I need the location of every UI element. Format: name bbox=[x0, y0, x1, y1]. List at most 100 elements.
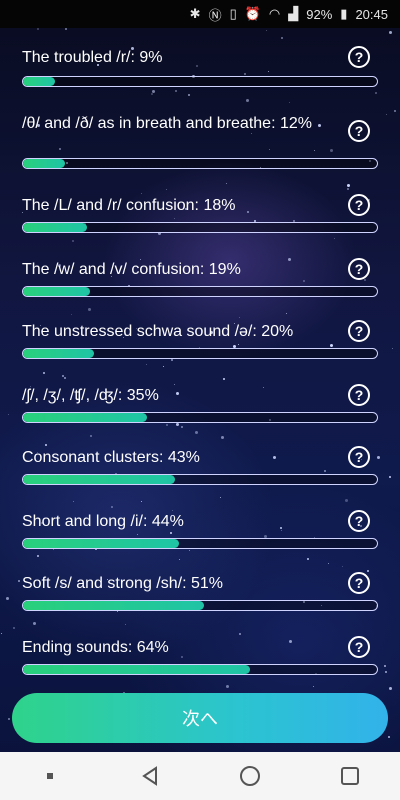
star bbox=[111, 506, 113, 508]
star bbox=[223, 378, 225, 380]
help-icon[interactable]: ? bbox=[348, 636, 370, 658]
item-label: Soft /s/ and strong /sh/: 51% bbox=[22, 575, 223, 592]
star bbox=[238, 344, 239, 345]
help-icon[interactable]: ? bbox=[348, 320, 370, 342]
star bbox=[307, 558, 309, 560]
star bbox=[347, 184, 350, 187]
star bbox=[176, 423, 179, 426]
star bbox=[377, 456, 380, 459]
star bbox=[72, 240, 74, 242]
progress-fill bbox=[23, 601, 204, 610]
star bbox=[269, 149, 270, 150]
star bbox=[389, 31, 392, 34]
recents-icon[interactable] bbox=[330, 756, 370, 796]
star bbox=[45, 444, 47, 446]
star bbox=[65, 28, 67, 30]
star bbox=[73, 501, 74, 502]
star bbox=[334, 238, 335, 239]
help-icon[interactable]: ? bbox=[348, 510, 370, 532]
bluetooth-icon: ✱ bbox=[189, 6, 201, 21]
clock: 20:45 bbox=[355, 6, 388, 22]
progress-fill bbox=[23, 413, 147, 422]
alarm-icon: ⏰ bbox=[244, 6, 261, 21]
star bbox=[37, 28, 39, 30]
star bbox=[367, 570, 369, 572]
back-icon[interactable] bbox=[130, 756, 170, 796]
menu-dot-icon[interactable] bbox=[30, 756, 70, 796]
progress-bar bbox=[22, 158, 378, 169]
item-label: The troubled /r/: 9% bbox=[22, 49, 163, 66]
help-icon[interactable]: ? bbox=[348, 46, 370, 68]
star bbox=[286, 313, 287, 314]
progress-fill bbox=[23, 665, 250, 674]
progress-bar bbox=[22, 474, 378, 485]
progress-fill bbox=[23, 223, 87, 232]
help-icon[interactable]: ? bbox=[348, 194, 370, 216]
item-label: The /w/ and /v/ confusion: 19% bbox=[22, 261, 241, 278]
help-icon[interactable]: ? bbox=[348, 446, 370, 468]
item-label: The unstressed schwa sound /ə/: 20% bbox=[22, 323, 294, 340]
star bbox=[59, 148, 61, 150]
progress-bar bbox=[22, 348, 378, 359]
star bbox=[141, 193, 142, 194]
star bbox=[314, 150, 315, 151]
star bbox=[43, 372, 45, 374]
star bbox=[328, 563, 329, 564]
progress-fill bbox=[23, 539, 179, 548]
star bbox=[146, 364, 147, 365]
star bbox=[137, 534, 138, 535]
star bbox=[226, 685, 229, 688]
help-icon[interactable]: ? bbox=[348, 572, 370, 594]
star bbox=[88, 308, 91, 311]
star bbox=[246, 99, 249, 102]
star bbox=[18, 580, 20, 582]
star bbox=[221, 436, 224, 439]
star bbox=[1, 633, 2, 634]
star bbox=[385, 671, 387, 673]
star bbox=[324, 470, 326, 472]
star bbox=[8, 414, 9, 415]
star bbox=[281, 37, 283, 39]
star bbox=[289, 102, 290, 103]
battery-percent: 92% bbox=[306, 6, 333, 22]
star bbox=[226, 183, 227, 184]
star bbox=[389, 687, 392, 690]
progress-fill bbox=[23, 287, 91, 296]
star bbox=[37, 555, 39, 557]
help-icon[interactable]: ? bbox=[348, 120, 370, 142]
home-icon[interactable] bbox=[230, 756, 270, 796]
star bbox=[181, 426, 183, 428]
star bbox=[386, 114, 387, 115]
star bbox=[166, 189, 167, 190]
star bbox=[174, 218, 175, 219]
star bbox=[347, 188, 349, 190]
progress-fill bbox=[23, 77, 55, 86]
star bbox=[389, 476, 391, 478]
progress-fill bbox=[23, 349, 94, 358]
item-label: /θ/ and /ð/ as in breath and breathe: 12… bbox=[22, 115, 312, 132]
star bbox=[71, 314, 72, 315]
star bbox=[330, 149, 333, 152]
next-button[interactable]: 次へ bbox=[12, 693, 388, 743]
star bbox=[342, 566, 343, 567]
progress-fill bbox=[23, 159, 66, 168]
star bbox=[179, 559, 180, 560]
star bbox=[125, 624, 126, 625]
help-icon[interactable]: ? bbox=[348, 384, 370, 406]
star bbox=[172, 510, 173, 511]
star bbox=[62, 375, 64, 377]
star bbox=[388, 736, 390, 738]
progress-bar bbox=[22, 412, 378, 423]
help-icon[interactable]: ? bbox=[348, 258, 370, 280]
status-bar: ✱ Ⓝ ▯ ⏰ ◠ ▟ 92% ▮ 20:45 bbox=[0, 0, 400, 28]
star bbox=[266, 30, 267, 31]
star bbox=[8, 718, 10, 720]
star bbox=[151, 93, 153, 95]
item-label: Consonant clusters: 43% bbox=[22, 449, 200, 466]
star bbox=[90, 435, 92, 437]
star bbox=[170, 532, 172, 534]
navigation-bar bbox=[0, 752, 400, 800]
progress-bar bbox=[22, 222, 378, 233]
star bbox=[13, 627, 15, 629]
star bbox=[394, 110, 396, 112]
